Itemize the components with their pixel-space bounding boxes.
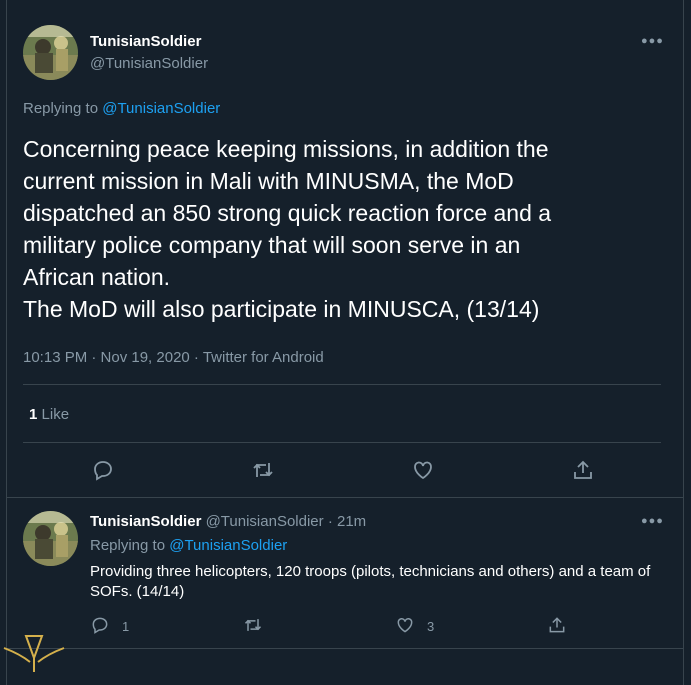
retweet-icon[interactable] (251, 458, 275, 482)
share-icon[interactable] (571, 458, 595, 482)
reply-author-handle[interactable]: @TunisianSoldier (206, 513, 324, 530)
reply-icon[interactable] (90, 615, 110, 638)
like-icon[interactable] (411, 458, 435, 482)
watermark-logo (0, 628, 68, 685)
author-avatar[interactable] (23, 25, 78, 80)
reply-author-name[interactable]: TunisianSoldier (90, 513, 201, 530)
reply-replying-to-link[interactable]: @TunisianSoldier (169, 537, 287, 554)
replying-prefix: Replying to (23, 100, 103, 117)
like-count-reply: 3 (427, 619, 435, 634)
reply-icon[interactable] (91, 458, 115, 482)
divider (23, 384, 661, 385)
reply-count: 1 (122, 619, 130, 634)
like-count-number: 1 (29, 406, 38, 423)
like-count[interactable]: 1 Like (29, 406, 69, 423)
like-icon[interactable] (395, 615, 415, 638)
share-icon[interactable] (547, 615, 567, 638)
retweet-action[interactable] (243, 615, 263, 638)
retweet-icon[interactable] (243, 615, 263, 638)
reply-header: TunisianSoldier @TunisianSoldier · 21m (90, 513, 366, 530)
like-action[interactable]: 3 (395, 615, 434, 638)
reply-tweet-text: Providing three helicopters, 120 troops … (90, 563, 651, 600)
more-icon[interactable]: ●●● (641, 35, 664, 47)
share-action[interactable] (547, 615, 567, 638)
tweet-text: Concerning peace keeping missions, in ad… (23, 136, 552, 322)
reply-action[interactable]: 1 (90, 615, 129, 638)
reply-replying-prefix: Replying to (90, 537, 170, 554)
tweet-timestamp[interactable]: 10:13 PM · Nov 19, 2020 · Twitter for An… (23, 349, 324, 366)
author-name[interactable]: TunisianSoldier (90, 33, 201, 50)
replying-to-link[interactable]: @TunisianSoldier (102, 100, 220, 117)
more-icon[interactable]: ●●● (641, 515, 664, 527)
reply-time[interactable]: · 21m (328, 513, 366, 530)
divider (23, 442, 661, 443)
reply-replying-to: Replying to @TunisianSoldier (90, 537, 287, 554)
divider (6, 648, 684, 649)
divider (6, 497, 684, 498)
reply-author-avatar[interactable] (23, 511, 78, 566)
replying-to: Replying to @TunisianSoldier (23, 100, 220, 117)
like-label: Like (41, 406, 70, 423)
author-handle[interactable]: @TunisianSoldier (90, 55, 208, 72)
